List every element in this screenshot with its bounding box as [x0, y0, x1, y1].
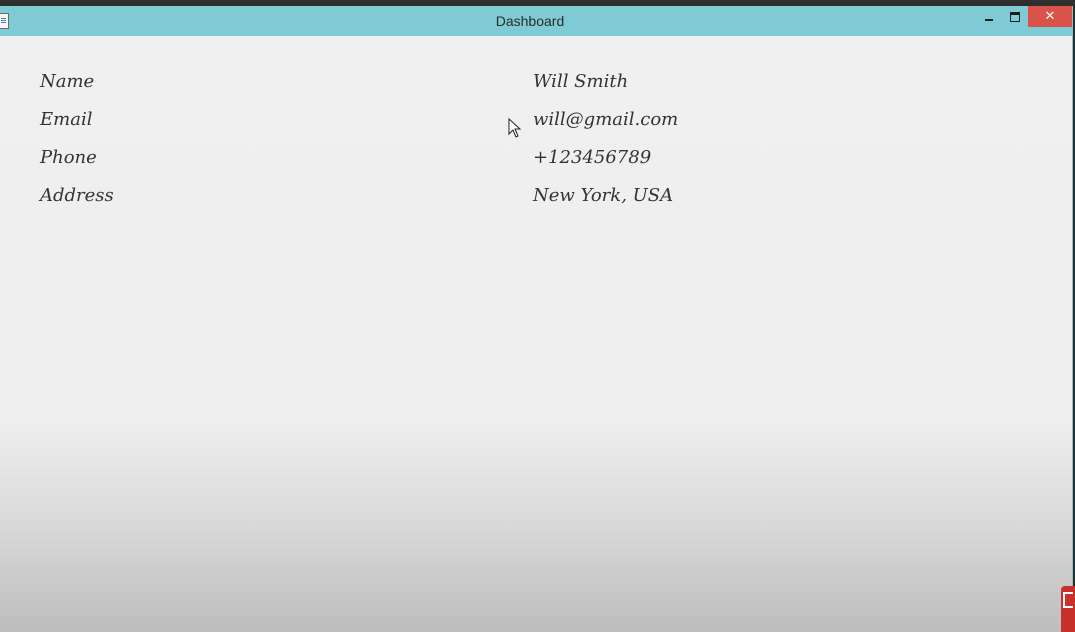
name-label: Name [40, 71, 95, 92]
address-label: Address [40, 185, 114, 206]
window-title: Dashboard [495, 13, 565, 29]
mouse-pointer-icon [508, 118, 522, 138]
address-value: New York, USA [533, 185, 674, 206]
email-label: Email [40, 109, 93, 130]
close-icon: ✕ [1044, 9, 1056, 24]
phone-value: +123456789 [533, 147, 652, 168]
maximize-icon [1010, 11, 1020, 22]
minimize-button[interactable] [976, 6, 1002, 27]
profile-row-address: Address New York, USA [0, 183, 1072, 221]
minimize-icon [985, 18, 993, 21]
maximize-button[interactable] [1002, 6, 1028, 27]
email-value: will@gmail.com [533, 109, 679, 130]
phone-label: Phone [40, 147, 97, 168]
title-bar[interactable]: Dashboard ✕ [0, 6, 1072, 36]
corner-badge-icon [1061, 586, 1075, 632]
profile-row-name: Name Will Smith [0, 69, 1072, 107]
profile-row-phone: Phone +123456789 [0, 145, 1072, 183]
close-button[interactable]: ✕ [1028, 6, 1072, 27]
dashboard-window: Dashboard ✕ Name Will Smith Email will@g… [0, 6, 1073, 632]
profile-row-email: Email will@gmail.com [0, 107, 1072, 145]
name-value: Will Smith [533, 71, 629, 92]
